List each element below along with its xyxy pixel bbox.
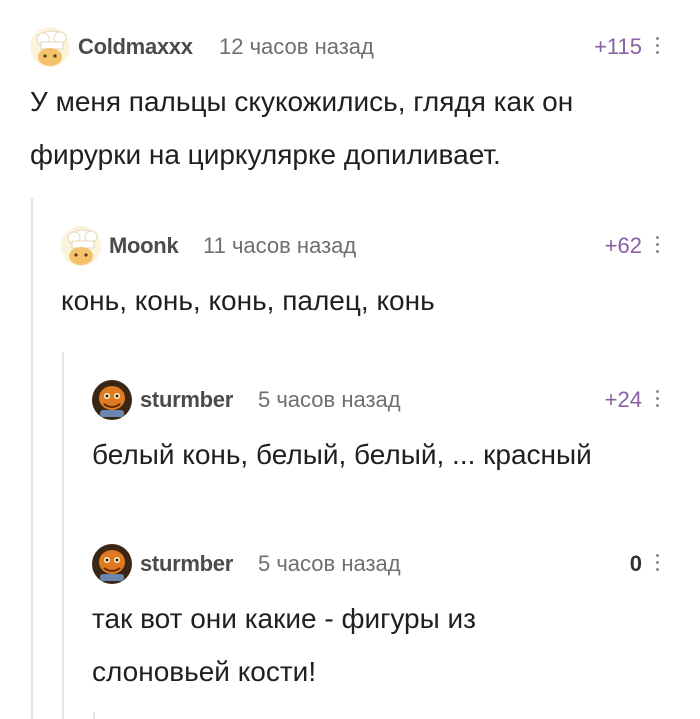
more-menu-icon[interactable] — [656, 236, 660, 256]
comment-header: Moonk 11 часов назад +62 — [61, 226, 670, 266]
comment-time: 11 часов назад — [203, 233, 357, 258]
comment-text-line: так вот они какие - фигуры из — [92, 603, 477, 634]
comment-text-line: белый конь, белый, белый, ... красный — [92, 439, 592, 470]
more-menu-icon[interactable] — [656, 37, 660, 57]
chef-hat-avatar-icon — [61, 226, 101, 266]
avatar[interactable] — [92, 380, 132, 420]
orange-creature-avatar-icon — [92, 380, 132, 420]
comment-text: белый конь, белый, белый, ... красный — [92, 428, 670, 481]
comment-rating: +115 — [594, 34, 642, 59]
comment-time: 12 часов назад — [219, 34, 374, 59]
avatar[interactable] — [92, 544, 132, 584]
comment-moonk: Moonk 11 часов назад +62 конь, конь, кон… — [61, 226, 670, 326]
thread-branch-line-level-2[interactable] — [62, 352, 64, 719]
avatar[interactable] — [61, 226, 101, 266]
comment-text: так вот они какие - фигуры из слоновьей к… — [92, 592, 670, 698]
comment-author[interactable]: Moonk — [109, 233, 179, 259]
avatar[interactable] — [30, 27, 70, 67]
comment-header: sturmber 5 часов назад 0 — [92, 544, 670, 584]
more-menu-icon[interactable] — [656, 390, 660, 410]
comment-author[interactable]: Coldmaxxx — [78, 34, 193, 60]
comment-rating: +24 — [604, 387, 642, 412]
orange-creature-avatar-icon — [92, 544, 132, 584]
comment-text-line: слоновьей кости! — [92, 656, 317, 687]
comment-time: 5 часов назад — [258, 551, 401, 576]
comment-sturmber-2: sturmber 5 часов назад 0 так вот они как… — [92, 544, 670, 704]
comment-text-line: фирурки на циркулярке допиливает. — [30, 139, 501, 170]
comment-rating: +62 — [604, 233, 642, 258]
comment-header: Coldmaxxx 12 часов назад +115 — [30, 27, 670, 67]
chef-hat-avatar-icon — [30, 27, 70, 67]
thread-branch-line-level-3[interactable] — [93, 712, 95, 719]
comment-text: У меня пальцы скукожились, глядя как он ф… — [30, 75, 670, 181]
comment-time: 5 часов назад — [258, 387, 401, 412]
comment-coldmaxxx: Coldmaxxx 12 часов назад +115 У меня пал… — [30, 27, 670, 187]
comment-header: sturmber 5 часов назад +24 — [92, 380, 670, 420]
comment-author[interactable]: sturmber — [140, 551, 233, 577]
comment-rating: 0 — [629, 551, 642, 576]
more-menu-icon[interactable] — [656, 554, 660, 574]
comment-sturmber-1: sturmber 5 часов назад +24 белый конь, б… — [92, 380, 670, 480]
thread-branch-line-level-1[interactable] — [31, 198, 33, 719]
comment-text: конь, конь, конь, палец, конь — [61, 274, 670, 327]
comment-author[interactable]: sturmber — [140, 387, 233, 413]
comment-text-line: У меня пальцы скукожились, глядя как он — [30, 86, 574, 117]
comment-text-line: конь, конь, конь, палец, конь — [61, 285, 435, 316]
